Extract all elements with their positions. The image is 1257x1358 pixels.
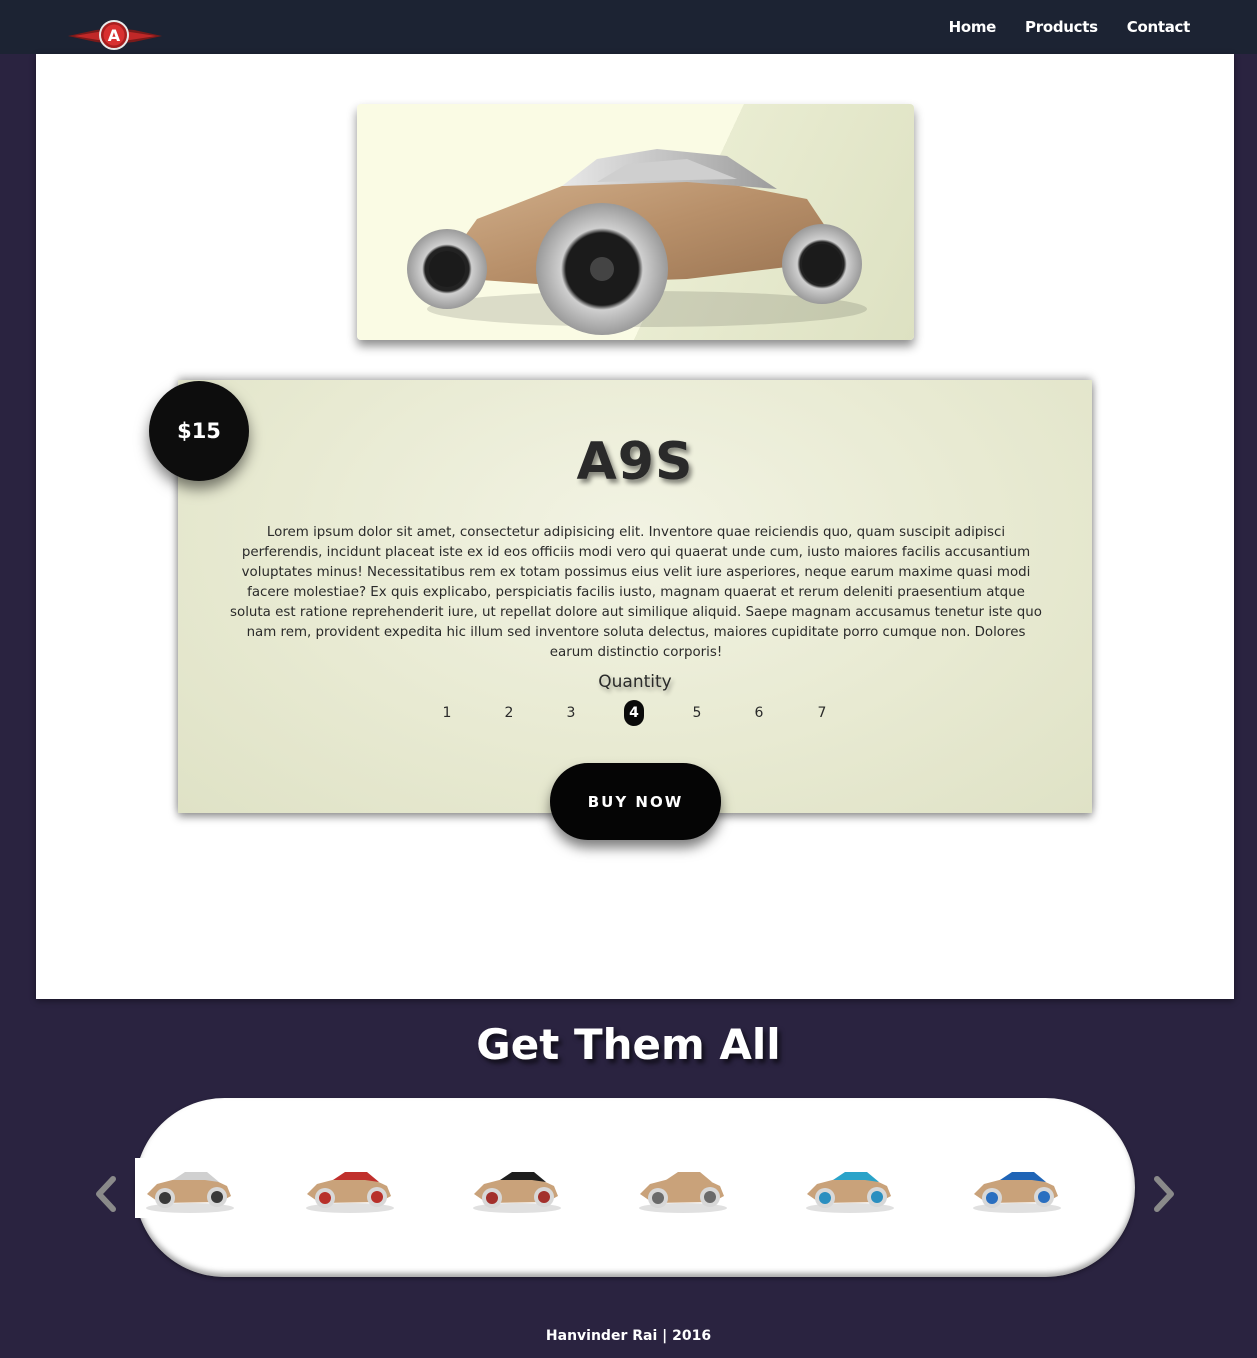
product-image <box>357 104 914 340</box>
quantity-label: Quantity <box>598 672 672 692</box>
quantity-option-4[interactable]: 4 <box>624 700 644 726</box>
footer-credit: Hanvinder Rai | 2016 <box>545 1328 712 1344</box>
brand-logo[interactable]: A <box>66 14 164 54</box>
nav-contact-link[interactable]: Contact <box>1127 18 1191 36</box>
quantity-selector: 1 2 3 4 5 6 7 <box>0 700 1257 726</box>
nav-home-link[interactable]: Home <box>949 18 997 36</box>
quantity-option-1[interactable]: 1 <box>437 700 457 726</box>
gallery-title: Get Them All <box>476 1020 781 1069</box>
carousel-car-thumbnail[interactable] <box>795 1158 905 1218</box>
quantity-option-6[interactable]: 6 <box>749 700 769 726</box>
logo-letter: A <box>108 26 121 45</box>
product-title: A9S <box>576 432 694 492</box>
buy-now-button[interactable]: BUY NOW <box>550 763 721 840</box>
carousel-car-thumbnail[interactable] <box>295 1158 405 1218</box>
quantity-option-2[interactable]: 2 <box>499 700 519 726</box>
nav-products-link[interactable]: Products <box>1025 18 1098 36</box>
product-description: Lorem ipsum dolor sit amet, consectetur … <box>230 525 1042 660</box>
carousel-car-thumbnail[interactable] <box>962 1158 1072 1218</box>
carousel-car-thumbnail[interactable] <box>462 1158 572 1218</box>
nav-links: Home Products Contact <box>949 18 1191 36</box>
quantity-option-5[interactable]: 5 <box>687 700 707 726</box>
navbar: A Home Products Contact <box>0 0 1257 54</box>
quantity-option-3[interactable]: 3 <box>561 700 581 726</box>
carousel-car-thumbnail[interactable] <box>628 1158 738 1218</box>
carousel-prev-arrow-icon[interactable] <box>93 1175 119 1213</box>
carousel-car-thumbnail[interactable] <box>135 1158 245 1218</box>
carousel-next-arrow-icon[interactable] <box>1151 1175 1177 1213</box>
wooden-car-illustration <box>407 149 867 335</box>
quantity-option-7[interactable]: 7 <box>812 700 832 726</box>
